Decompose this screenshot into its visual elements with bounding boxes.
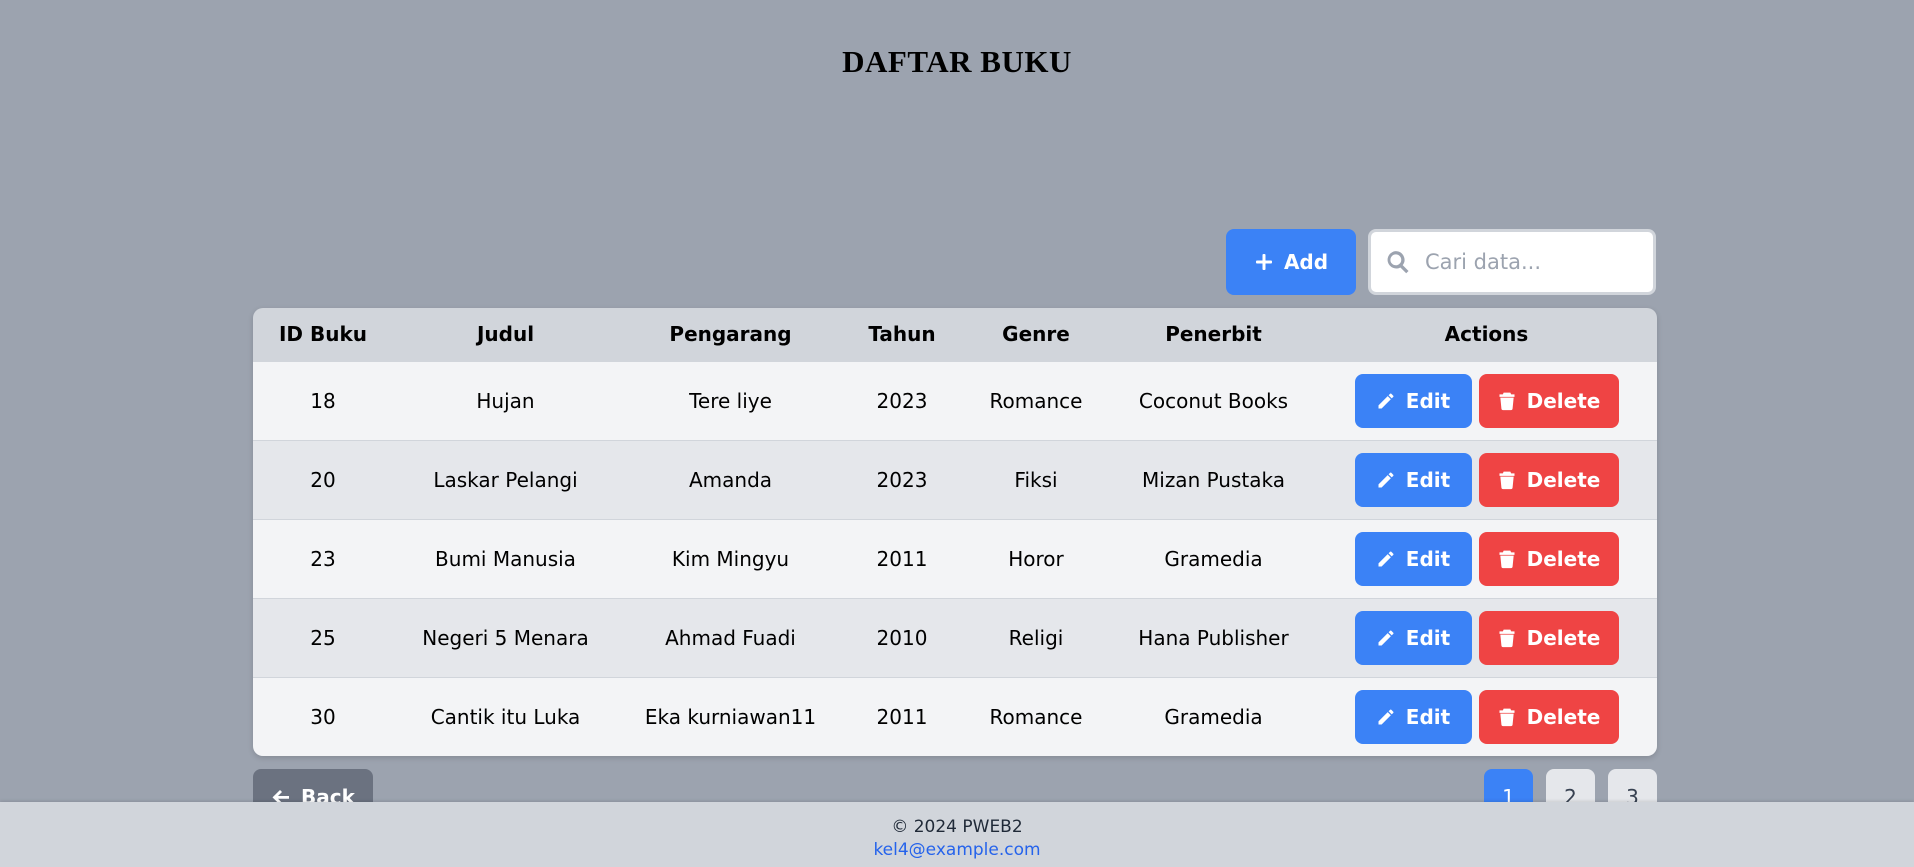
delete-button-label: Delete	[1526, 546, 1601, 571]
cell-pengarang: Tere liye	[689, 388, 772, 413]
cell-judul: Laskar Pelangi	[433, 467, 578, 492]
cell-pengarang: Eka kurniawan11	[644, 704, 817, 729]
pencil-icon	[1378, 709, 1394, 725]
toolbar: Add	[1226, 229, 1656, 295]
delete-button-label: Delete	[1526, 704, 1601, 729]
pencil-icon	[1378, 629, 1394, 645]
column-header-genre: Genre	[1002, 322, 1070, 347]
edit-button-label: Edit	[1405, 388, 1451, 413]
cell-genre: Romance	[989, 388, 1083, 413]
pencil-icon	[1378, 392, 1394, 408]
edit-button[interactable]: Edit	[1354, 373, 1472, 428]
cell-pengarang: Ahmad Fuadi	[665, 625, 796, 650]
cell-id: 20	[310, 467, 336, 492]
cell-actions: Edit Delete	[1316, 677, 1657, 756]
cell-tahun: 2023	[876, 388, 928, 413]
row-actions: Edit Delete	[1316, 689, 1657, 744]
cell-tahun: 2023	[876, 467, 928, 492]
cell-id: 23	[310, 546, 336, 571]
delete-button-label: Delete	[1526, 388, 1601, 413]
edit-button[interactable]: Edit	[1354, 610, 1472, 665]
footer-email-link[interactable]: kel4@example.com	[873, 840, 1040, 860]
cell-genre: Romance	[989, 704, 1083, 729]
trash-icon	[1499, 629, 1515, 647]
cell-penerbit: Hana Publisher	[1138, 625, 1289, 650]
cell-pengarang: Kim Mingyu	[671, 546, 790, 571]
delete-button-label: Delete	[1526, 625, 1601, 650]
search-input[interactable]	[1425, 250, 1635, 274]
cell-penerbit: Gramedia	[1164, 704, 1263, 729]
edit-button-label: Edit	[1405, 546, 1451, 571]
search-box[interactable]	[1368, 229, 1656, 295]
cell-penerbit: Gramedia	[1164, 546, 1263, 571]
table-header-row: ID Buku Judul Pengarang Tahun Genre Pene…	[253, 308, 1657, 361]
delete-button[interactable]: Delete	[1478, 373, 1619, 428]
column-header-pengarang: Pengarang	[669, 322, 792, 347]
footer: © 2024 PWEB2 kel4@example.com	[0, 802, 1914, 867]
table-row: 18 Hujan Tere liye 2023 Romance Coconut …	[253, 361, 1657, 440]
cell-id: 25	[310, 625, 336, 650]
page-title: DAFTAR BUKU	[842, 44, 1072, 79]
table-row: 30 Cantik itu Luka Eka kurniawan11 2011 …	[253, 677, 1657, 756]
pencil-icon	[1378, 550, 1394, 566]
edit-button[interactable]: Edit	[1354, 689, 1472, 744]
books-table-container: ID Buku Judul Pengarang Tahun Genre Pene…	[253, 308, 1657, 756]
add-button-label: Add	[1283, 250, 1329, 274]
pencil-icon	[1378, 471, 1394, 487]
column-header-tahun: Tahun	[868, 322, 936, 347]
cell-actions: Edit Delete	[1316, 598, 1657, 677]
trash-icon	[1499, 550, 1515, 568]
cell-genre: Religi	[1008, 625, 1064, 650]
cell-tahun: 2011	[876, 704, 928, 729]
cell-judul: Hujan	[476, 388, 535, 413]
table-row: 23 Bumi Manusia Kim Mingyu 2011 Horor Gr…	[253, 519, 1657, 598]
trash-icon	[1499, 392, 1515, 410]
cell-tahun: 2011	[876, 546, 928, 571]
row-actions: Edit Delete	[1316, 531, 1657, 586]
books-table: ID Buku Judul Pengarang Tahun Genre Pene…	[253, 308, 1657, 756]
row-actions: Edit Delete	[1316, 610, 1657, 665]
row-actions: Edit Delete	[1316, 452, 1657, 507]
add-button[interactable]: Add	[1226, 229, 1356, 295]
cell-judul: Negeri 5 Menara	[422, 625, 589, 650]
column-header-id: ID Buku	[278, 322, 368, 347]
cell-judul: Bumi Manusia	[435, 546, 576, 571]
table-row: 20 Laskar Pelangi Amanda 2023 Fiksi Miza…	[253, 440, 1657, 519]
row-actions: Edit Delete	[1316, 373, 1657, 428]
cell-genre: Fiksi	[1014, 467, 1058, 492]
delete-button-label: Delete	[1526, 467, 1601, 492]
footer-copyright: © 2024 PWEB2	[891, 817, 1023, 837]
cell-pengarang: Amanda	[688, 467, 773, 492]
column-header-judul: Judul	[476, 322, 535, 347]
cell-genre: Horor	[1008, 546, 1064, 571]
cell-id: 18	[310, 388, 336, 413]
delete-button[interactable]: Delete	[1478, 452, 1619, 507]
edit-button-label: Edit	[1405, 625, 1451, 650]
edit-button[interactable]: Edit	[1354, 452, 1472, 507]
cell-actions: Edit Delete	[1316, 361, 1657, 440]
delete-button[interactable]: Delete	[1478, 610, 1619, 665]
cell-penerbit: Coconut Books	[1138, 388, 1289, 413]
cell-id: 30	[310, 704, 336, 729]
edit-button-label: Edit	[1405, 704, 1451, 729]
column-header-penerbit: Penerbit	[1165, 322, 1262, 347]
edit-button-label: Edit	[1405, 467, 1451, 492]
delete-button[interactable]: Delete	[1478, 531, 1619, 586]
trash-icon	[1499, 471, 1515, 489]
column-header-actions: Actions	[1444, 322, 1529, 347]
plus-icon	[1255, 254, 1272, 270]
edit-button[interactable]: Edit	[1354, 531, 1472, 586]
trash-icon	[1499, 708, 1515, 726]
table-row: 25 Negeri 5 Menara Ahmad Fuadi 2010 Reli…	[253, 598, 1657, 677]
delete-button[interactable]: Delete	[1478, 689, 1619, 744]
search-icon	[1387, 251, 1409, 274]
cell-tahun: 2010	[876, 625, 928, 650]
cell-judul: Cantik itu Luka	[430, 704, 581, 729]
cell-actions: Edit Delete	[1316, 519, 1657, 598]
cell-penerbit: Mizan Pustaka	[1142, 467, 1285, 492]
cell-actions: Edit Delete	[1316, 440, 1657, 519]
